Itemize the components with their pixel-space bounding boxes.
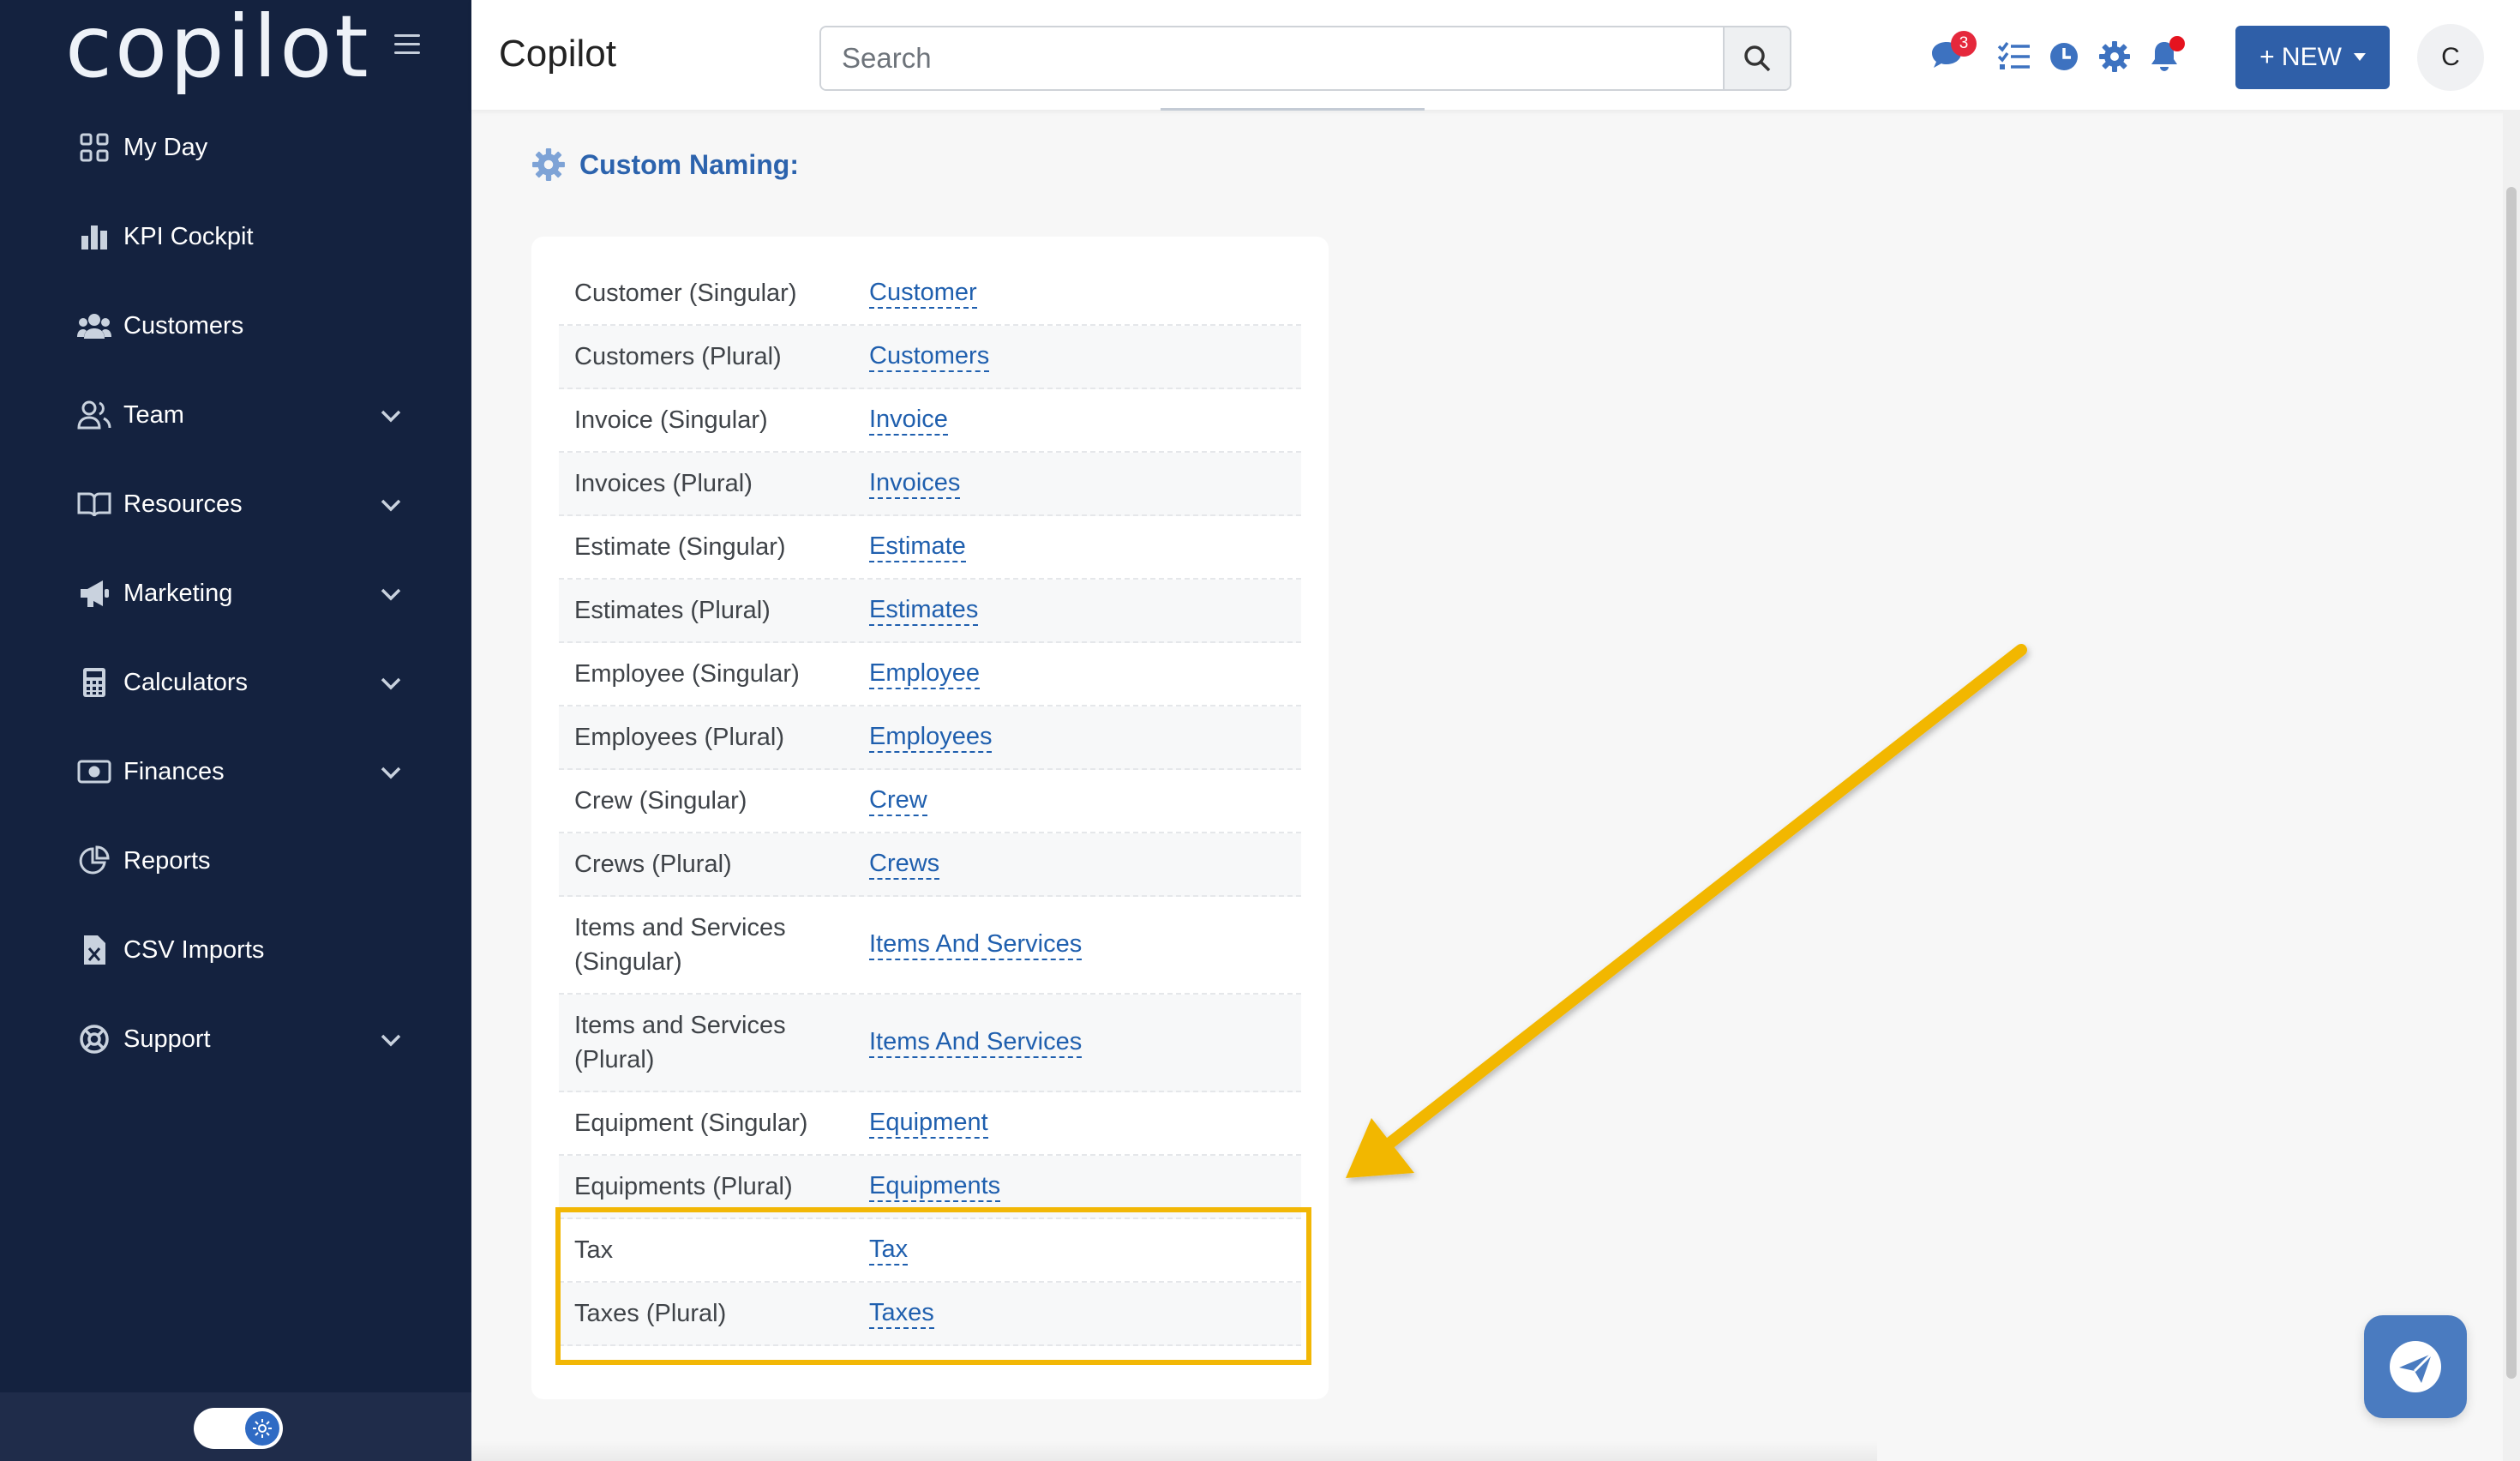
bottom-shade — [471, 1440, 1877, 1461]
send-message-icon — [2390, 1341, 2441, 1392]
app-root: copilot My Day KPI Cockpit Customers Tea — [0, 0, 2520, 1461]
page-scrollbar[interactable] — [2503, 110, 2520, 1461]
scrollbar-thumb[interactable] — [2506, 187, 2517, 1379]
chat-widget-button[interactable] — [2364, 1315, 2467, 1418]
annotation-arrow — [1346, 644, 2027, 1178]
